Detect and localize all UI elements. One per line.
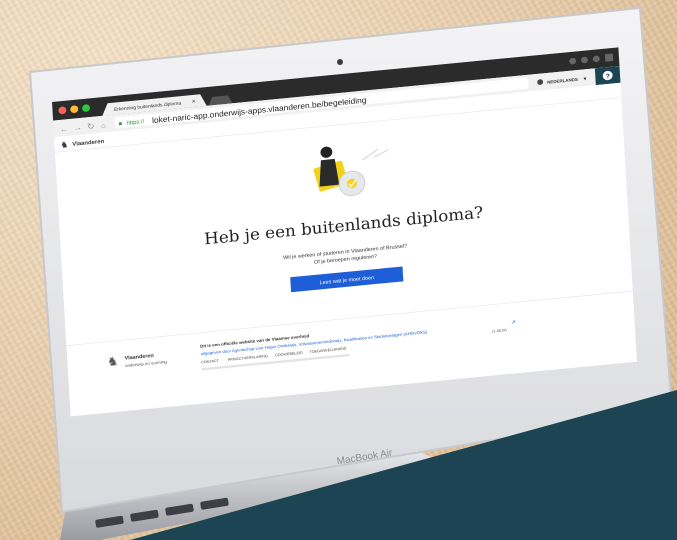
home-icon[interactable]: ⌂ (101, 121, 106, 130)
menu-icon[interactable] (604, 53, 614, 62)
forward-icon[interactable]: → (73, 122, 82, 133)
vlaanderen-lion-icon[interactable]: ♞ (60, 139, 68, 149)
footer-lion-icon: ♞ (107, 354, 119, 369)
reload-icon[interactable]: ↻ (87, 121, 95, 131)
svg-text:?: ? (606, 73, 611, 80)
back-icon[interactable]: ← (59, 124, 68, 135)
chevron-down-icon[interactable]: ▾ (583, 76, 586, 82)
webcam (337, 59, 343, 65)
laptop: Erkenning buitenlands diploma × ← → ↻ ⌂ … (28, 6, 677, 540)
screen: Erkenning buitenlands diploma × ← → ↻ ⌂ … (52, 47, 637, 417)
external-link-icon[interactable]: ↗ (511, 320, 516, 326)
tab-close-icon[interactable]: × (191, 98, 196, 105)
